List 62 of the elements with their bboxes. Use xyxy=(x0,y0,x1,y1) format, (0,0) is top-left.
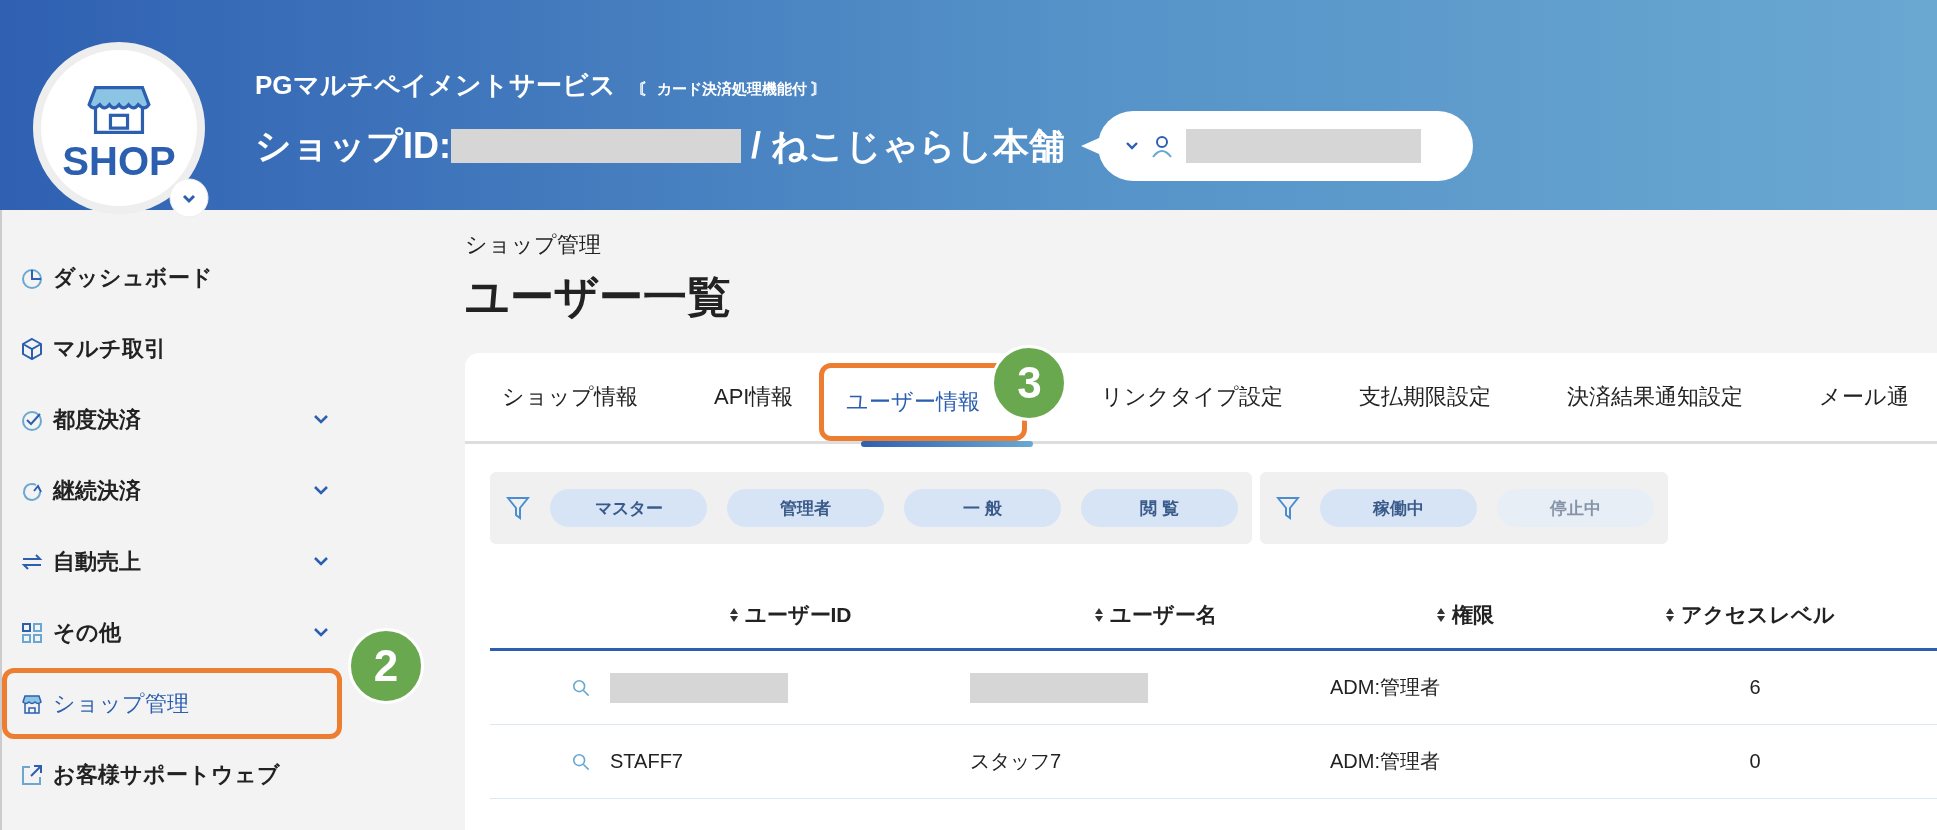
chevron-icon xyxy=(314,628,328,637)
sidebar-item[interactable]: お客様サポートウェブ xyxy=(2,739,342,810)
breadcrumb: ショップ管理 xyxy=(465,231,602,259)
column-title: ユーザーID xyxy=(744,602,852,628)
shop-name: / ねこじゃらし本舗 xyxy=(751,123,1065,168)
column-header[interactable]: 権限 xyxy=(1330,601,1600,629)
sidebar-item[interactable]: 自動売上 xyxy=(2,526,342,597)
chevron-icon xyxy=(314,415,328,424)
sidebar-item[interactable]: 都度決済 xyxy=(2,384,342,455)
filter-icon xyxy=(506,495,530,521)
service-name: PGマルチペイメントサービス xyxy=(255,69,616,102)
service-note: 〘 カード決済処理機能付 〙 xyxy=(637,80,826,99)
sidebar-item[interactable]: ダッシュボード xyxy=(2,242,342,313)
column-title: 権限 xyxy=(1452,602,1494,628)
tab[interactable]: 決済結果通知設定 xyxy=(1565,375,1746,419)
caret-icon[interactable] xyxy=(169,178,209,218)
column-header[interactable]: ユーザー名 xyxy=(980,601,1330,629)
filter-chip[interactable]: マスター xyxy=(550,489,707,527)
filter-chip[interactable]: 管理者 xyxy=(727,489,884,527)
search-icon[interactable] xyxy=(572,678,590,697)
sort-icon xyxy=(1665,607,1675,623)
shop-id-label: ショップID: xyxy=(255,123,451,168)
column-header[interactable]: アクセスレベル xyxy=(1600,601,1900,629)
tab[interactable]: ユーザー情報 xyxy=(844,380,983,424)
table-cell: ADM:管理者 xyxy=(1330,676,1440,698)
column-title: ユーザー名 xyxy=(1109,602,1217,628)
store-icon xyxy=(87,83,151,137)
column-title: アクセスレベル xyxy=(1681,602,1835,628)
sidebar-item[interactable]: ショップ管理 xyxy=(2,668,337,739)
table-cell: STAFF7 xyxy=(610,750,683,772)
table-cell: 0 xyxy=(1749,750,1761,772)
sort-icon xyxy=(728,607,739,623)
cube-icon xyxy=(20,336,44,361)
table-cell: ADM:管理者 xyxy=(1330,750,1440,772)
tab[interactable]: ショップ情報 xyxy=(500,375,640,419)
step-number: 2 xyxy=(348,628,424,704)
tab[interactable]: リンクタイプ設定 xyxy=(1099,375,1286,419)
filter-chip[interactable]: 閲 覧 xyxy=(1081,489,1238,527)
column-header[interactable]: ユーザーID xyxy=(600,601,980,629)
logo-text: SHOP xyxy=(62,141,176,181)
external-link-icon xyxy=(20,762,44,787)
sidebar-item[interactable]: マルチ取引 xyxy=(2,313,342,384)
page-title: ユーザー一覧 xyxy=(465,271,732,323)
user-icon xyxy=(1152,134,1172,158)
sort-icon xyxy=(1436,607,1446,623)
caret-icon xyxy=(1126,142,1138,150)
chevron-icon xyxy=(314,557,328,566)
filter-chip[interactable]: 稼働中 xyxy=(1320,489,1477,527)
filter-chip[interactable]: 一 般 xyxy=(904,489,1061,527)
tab[interactable]: API情報 xyxy=(712,375,796,419)
sort-icon xyxy=(1093,607,1104,623)
search-icon[interactable] xyxy=(572,752,590,771)
filter-icon xyxy=(1276,495,1300,521)
sidebar-item[interactable]: その他 xyxy=(2,597,342,668)
table-cell: 6 xyxy=(1749,676,1761,698)
grid-icon xyxy=(20,620,44,645)
sidebar-item[interactable]: 継続決済 xyxy=(2,455,342,526)
chevron-icon xyxy=(314,486,328,495)
table-cell: スタッフ7 xyxy=(970,750,1062,772)
pointer-icon xyxy=(1081,138,1099,154)
tab[interactable]: 支払期限設定 xyxy=(1357,375,1494,419)
tab[interactable]: メール通 xyxy=(1817,375,1912,419)
